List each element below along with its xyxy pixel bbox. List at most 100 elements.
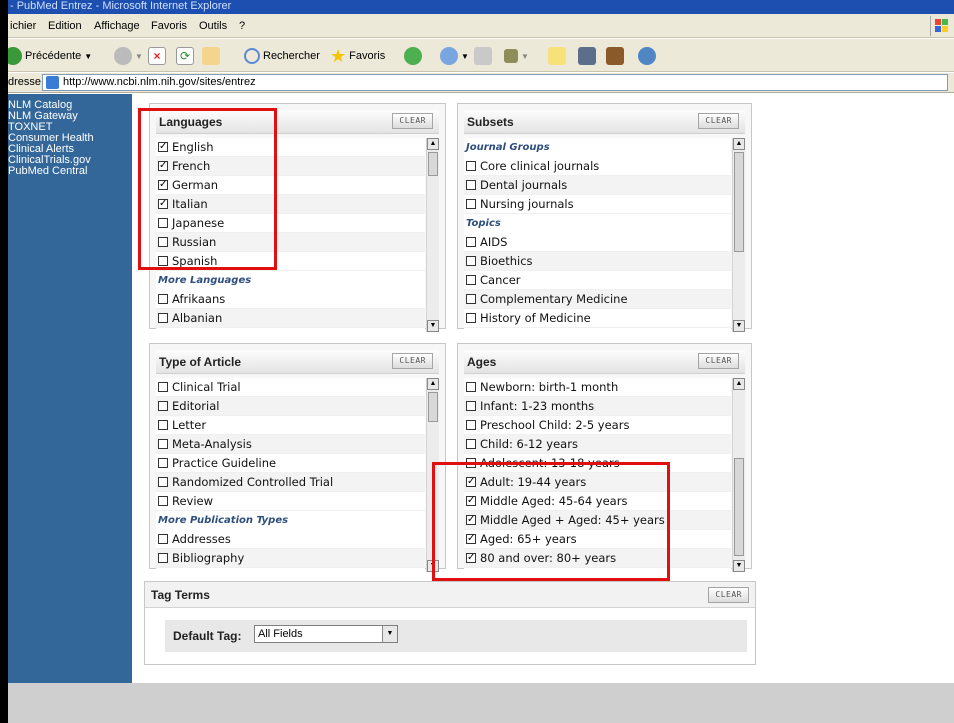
list-item[interactable]: Editorial bbox=[156, 397, 425, 416]
menu-help[interactable]: ? bbox=[239, 20, 245, 32]
list-item[interactable]: Nursing journals bbox=[464, 195, 731, 214]
checkbox[interactable] bbox=[158, 256, 168, 266]
checkbox-checked[interactable] bbox=[158, 156, 168, 175]
clear-button[interactable]: CLEAR bbox=[392, 353, 433, 369]
list-item[interactable]: Bibliography bbox=[156, 549, 425, 568]
scroll-up-icon[interactable]: ▲ bbox=[733, 378, 745, 390]
list-item[interactable]: AIDS bbox=[464, 233, 731, 252]
checkbox[interactable] bbox=[466, 313, 476, 323]
clear-button[interactable]: CLEAR bbox=[698, 353, 739, 369]
back-button[interactable]: Précédente ▼ bbox=[8, 45, 92, 67]
menu-fichier[interactable]: ichier bbox=[10, 20, 36, 32]
list-item[interactable]: Infant: 1-23 months bbox=[464, 397, 731, 416]
scroll-up-icon[interactable]: ▲ bbox=[427, 378, 439, 390]
sidebar-link-pubmed-central[interactable]: PubMed Central bbox=[8, 166, 132, 177]
list-item[interactable]: Child: 6-12 years bbox=[464, 435, 731, 454]
users-button[interactable] bbox=[638, 45, 656, 67]
research-button[interactable] bbox=[578, 45, 596, 67]
checkbox[interactable] bbox=[158, 420, 168, 430]
list-item[interactable]: German bbox=[156, 175, 425, 195]
list-item[interactable]: Core clinical journals bbox=[464, 157, 731, 176]
forward-button[interactable]: ▼ bbox=[114, 45, 143, 67]
favorites-button[interactable]: ★ Favoris bbox=[330, 45, 385, 67]
checkbox[interactable] bbox=[158, 458, 168, 468]
checkbox[interactable] bbox=[466, 161, 476, 171]
list-item[interactable]: Letter bbox=[156, 416, 425, 435]
list-item[interactable]: Italian bbox=[156, 194, 425, 214]
list-item[interactable]: Addresses bbox=[156, 530, 425, 549]
messenger-button[interactable] bbox=[606, 45, 624, 67]
print-button[interactable] bbox=[474, 45, 492, 67]
default-tag-select[interactable]: All Fields ▼ bbox=[254, 625, 398, 643]
list-item[interactable]: Cancer bbox=[464, 271, 731, 290]
checkbox[interactable] bbox=[158, 294, 168, 304]
checkbox[interactable] bbox=[158, 401, 168, 411]
checkbox[interactable] bbox=[158, 237, 168, 247]
list-item[interactable]: Clinical Trial bbox=[156, 378, 425, 397]
checkbox[interactable] bbox=[466, 237, 476, 247]
checkbox[interactable] bbox=[466, 401, 476, 411]
checkbox[interactable] bbox=[158, 496, 168, 506]
address-input[interactable]: http://www.ncbi.nlm.nih.gov/sites/entrez bbox=[42, 74, 948, 91]
checkbox[interactable] bbox=[466, 180, 476, 190]
checkbox-checked[interactable] bbox=[466, 548, 476, 567]
scroll-down-icon[interactable]: ▼ bbox=[733, 560, 745, 572]
list-item[interactable]: French bbox=[156, 156, 425, 176]
menu-favoris[interactable]: Favoris bbox=[151, 20, 187, 32]
list-item[interactable]: Middle Aged + Aged: 45+ years bbox=[464, 510, 731, 530]
scroll-thumb[interactable] bbox=[428, 152, 438, 176]
list-item[interactable]: Meta-Analysis bbox=[156, 435, 425, 454]
list-item[interactable]: 80 and over: 80+ years bbox=[464, 548, 731, 568]
scroll-thumb[interactable] bbox=[428, 392, 438, 422]
scroll-down-icon[interactable]: ▼ bbox=[733, 320, 745, 332]
scroll-thumb[interactable] bbox=[734, 458, 744, 556]
checkbox-checked[interactable] bbox=[158, 175, 168, 194]
list-item[interactable]: Afrikaans bbox=[156, 290, 425, 309]
list-item[interactable]: Practice Guideline bbox=[156, 454, 425, 473]
checkbox-checked[interactable] bbox=[158, 194, 168, 213]
list-item[interactable]: Bioethics bbox=[464, 252, 731, 271]
list-item[interactable]: Review bbox=[156, 492, 425, 511]
checkbox[interactable] bbox=[466, 199, 476, 209]
stop-button[interactable]: × bbox=[148, 45, 166, 67]
mail-button[interactable]: ▼ bbox=[440, 45, 469, 67]
checkbox[interactable] bbox=[466, 256, 476, 266]
scrollbar[interactable]: ▲ ▼ bbox=[732, 138, 745, 332]
checkbox[interactable] bbox=[466, 439, 476, 449]
list-item[interactable]: Middle Aged: 45-64 years bbox=[464, 491, 731, 511]
checkbox[interactable] bbox=[466, 275, 476, 285]
list-item[interactable]: Russian bbox=[156, 233, 425, 252]
checkbox[interactable] bbox=[158, 313, 168, 323]
checkbox[interactable] bbox=[158, 553, 168, 563]
checkbox-checked[interactable] bbox=[158, 138, 168, 156]
scrollbar[interactable]: ▲ ▼ bbox=[426, 138, 439, 332]
list-item[interactable]: Dental journals bbox=[464, 176, 731, 195]
home-button[interactable] bbox=[202, 45, 220, 67]
menu-edition[interactable]: Edition bbox=[48, 20, 82, 32]
checkbox[interactable] bbox=[466, 458, 476, 468]
clear-button[interactable]: CLEAR bbox=[392, 113, 433, 129]
list-item[interactable]: Spanish bbox=[156, 252, 425, 271]
scroll-up-icon[interactable]: ▲ bbox=[733, 138, 745, 150]
checkbox-checked[interactable] bbox=[466, 472, 476, 491]
list-item[interactable]: Japanese bbox=[156, 214, 425, 233]
checkbox[interactable] bbox=[158, 477, 168, 487]
checkbox[interactable] bbox=[158, 439, 168, 449]
menu-outils[interactable]: Outils bbox=[199, 20, 227, 32]
address-dropdown[interactable] bbox=[948, 74, 954, 91]
checkbox-checked[interactable] bbox=[466, 529, 476, 548]
list-item[interactable]: Newborn: birth-1 month bbox=[464, 378, 731, 397]
menu-affichage[interactable]: Affichage bbox=[94, 20, 140, 32]
checkbox[interactable] bbox=[158, 534, 168, 544]
edit-button[interactable]: ▼ bbox=[504, 45, 529, 67]
checkbox[interactable] bbox=[158, 218, 168, 228]
scrollbar[interactable]: ▲ ▼ bbox=[732, 378, 745, 572]
scroll-down-icon[interactable]: ▼ bbox=[427, 560, 439, 572]
history-button[interactable] bbox=[404, 45, 422, 67]
checkbox[interactable] bbox=[466, 382, 476, 392]
checkbox[interactable] bbox=[466, 420, 476, 430]
discuss-button[interactable] bbox=[548, 45, 566, 67]
checkbox[interactable] bbox=[158, 382, 168, 392]
list-item[interactable]: Complementary Medicine bbox=[464, 290, 731, 309]
list-item[interactable]: Adolescent: 13-18 years bbox=[464, 454, 731, 473]
